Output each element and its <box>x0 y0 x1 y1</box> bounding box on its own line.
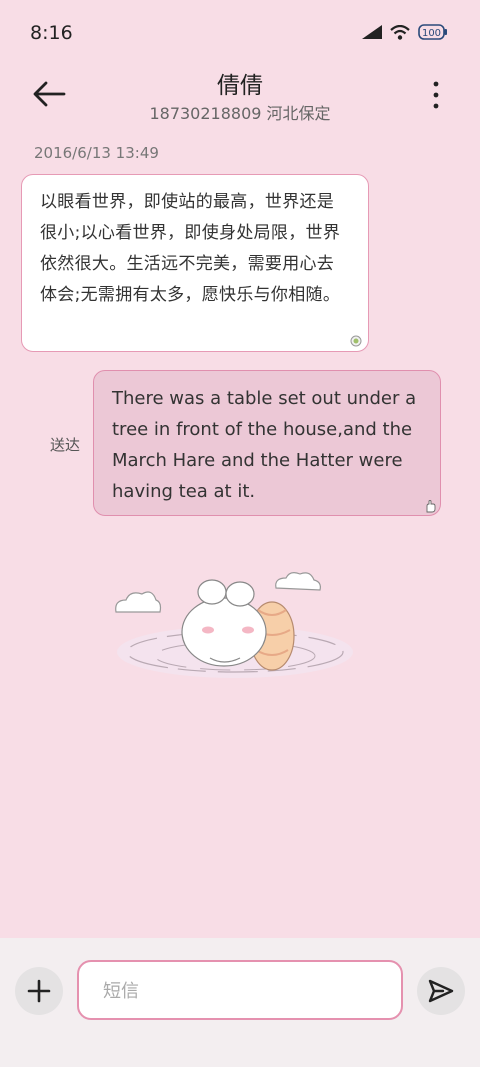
incoming-message-bubble[interactable]: 以眼看世界，即使站的最高，世界还是很小;以心看世界，即使身处局限，世界依然很大。… <box>21 174 369 352</box>
plus-icon <box>27 979 51 1003</box>
send-button[interactable] <box>417 967 465 1015</box>
message-input[interactable] <box>101 962 385 1020</box>
outgoing-message-bubble[interactable]: There was a table set out under a tree i… <box>93 370 441 516</box>
sim-indicator-icon <box>350 335 362 347</box>
status-icons: 100 <box>362 24 448 40</box>
message-timestamp: 2016/6/13 13:49 <box>34 144 159 162</box>
cellular-signal-icon <box>362 25 382 39</box>
sent-hand-icon <box>426 500 436 513</box>
status-bar: 8:16 100 <box>0 0 480 64</box>
add-attachment-button[interactable] <box>15 967 63 1015</box>
more-vertical-icon[interactable] <box>428 80 444 110</box>
bunny-pond-illustration <box>115 572 353 678</box>
message-input-container <box>77 960 403 1020</box>
send-icon <box>428 979 454 1003</box>
status-time: 8:16 <box>30 22 73 44</box>
svg-text:100: 100 <box>422 28 441 39</box>
battery-icon: 100 <box>418 24 447 40</box>
delivery-status: 送达 <box>50 436 81 454</box>
conversation-header: 倩倩 18730218809 河北保定 <box>0 64 480 136</box>
wifi-icon <box>390 24 410 40</box>
outgoing-message-text: There was a table set out under a tree i… <box>112 388 417 502</box>
contact-detail: 18730218809 河北保定 <box>149 104 331 123</box>
incoming-message-text: 以眼看世界，即使站的最高，世界还是很小;以心看世界，即使身处局限，世界依然很大。… <box>40 192 341 305</box>
contact-name: 倩倩 <box>217 73 263 99</box>
